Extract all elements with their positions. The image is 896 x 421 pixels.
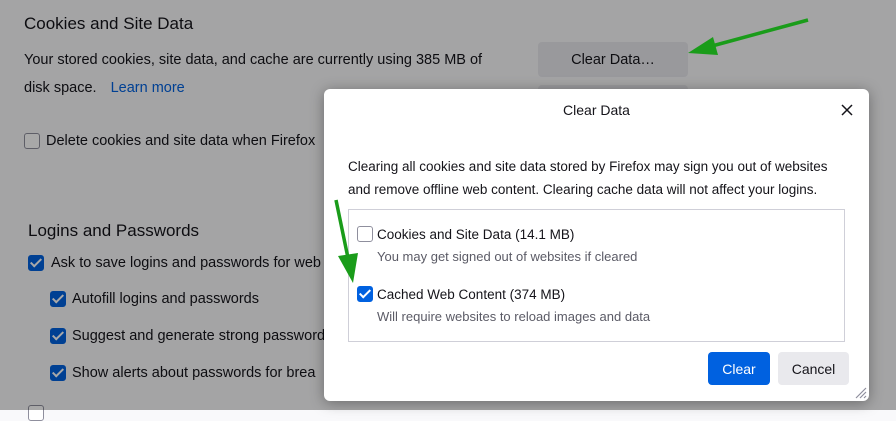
cached-content-option-label[interactable]: Cached Web Content (374 MB): [377, 287, 565, 302]
cookies-option-desc: You may get signed out of websites if cl…: [377, 249, 638, 264]
cancel-button[interactable]: Cancel: [778, 352, 849, 385]
close-icon: [841, 104, 853, 116]
close-button[interactable]: [835, 98, 859, 122]
options-box: Cookies and Site Data (14.1 MB) You may …: [348, 209, 845, 342]
cached-content-option-desc: Will require websites to reload images a…: [377, 309, 651, 324]
cookies-option-label[interactable]: Cookies and Site Data (14.1 MB): [377, 227, 574, 242]
clear-button[interactable]: Clear: [708, 352, 770, 385]
resize-grip-icon[interactable]: [853, 385, 867, 399]
dialog-description: Clearing all cookies and site data store…: [348, 159, 828, 197]
dialog-title: Clear Data: [563, 102, 630, 118]
clear-data-dialog: Clear Data Clearing all cookies and site…: [324, 89, 869, 401]
cached-content-checkbox[interactable]: [357, 286, 373, 302]
cookies-checkbox[interactable]: [357, 226, 373, 242]
